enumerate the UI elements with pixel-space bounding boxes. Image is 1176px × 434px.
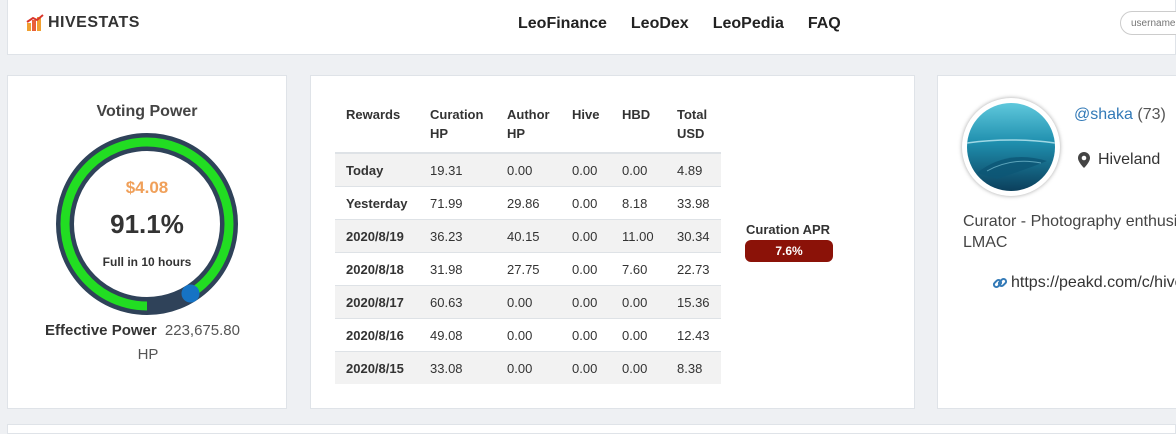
chart-logo-icon	[26, 14, 44, 31]
brand-name: HIVESTATS	[48, 14, 140, 31]
full-recharge-time: Full in 10 hours	[102, 255, 192, 269]
top-navbar: HIVESTATS LeoFinance LeoDex LeoPedia FAQ	[7, 0, 1176, 55]
effective-power-unit: HP	[137, 346, 159, 363]
cell-total-usd: 33.98	[666, 186, 721, 220]
cell-author-hp: 0.00	[496, 318, 561, 352]
col-rewards: Rewards	[335, 99, 419, 154]
profile-username-link[interactable]: @shaka	[1074, 106, 1133, 123]
rewards-row: 2020/8/18 31.98 27.75 0.00 7.60 22.73	[335, 252, 721, 286]
profile-bio-line2: LMAC	[963, 234, 1008, 251]
nav-link-leopedia[interactable]: LeoPedia	[713, 15, 784, 33]
col-curation-hp: Curation HP	[419, 99, 496, 154]
cell-author-hp: 0.00	[496, 285, 561, 319]
gauge-knob	[181, 284, 200, 303]
cell-total-usd: 22.73	[666, 252, 721, 286]
cell-total-usd: 8.38	[666, 351, 721, 384]
nav-link-leodex[interactable]: LeoDex	[631, 15, 689, 33]
cell-rowlabel: 2020/8/17	[335, 285, 419, 319]
profile-website-link[interactable]: https://peakd.com/c/hive	[992, 274, 1176, 292]
effective-power-row: Effective Power 223,675.80	[45, 321, 275, 341]
cell-curation-hp: 71.99	[419, 186, 496, 220]
rewards-row: 2020/8/17 60.63 0.00 0.00 0.00 15.36	[335, 285, 721, 319]
col-hive: Hive	[561, 99, 611, 154]
profile-location-text: Hiveland	[1098, 151, 1161, 168]
cell-hbd: 0.00	[611, 152, 666, 187]
cell-curation-hp: 36.23	[419, 219, 496, 253]
cell-total-usd: 30.34	[666, 219, 721, 253]
profile-website-text: https://peakd.com/c/hive	[1011, 274, 1176, 291]
cell-hive: 0.00	[561, 219, 611, 253]
cell-rowlabel: 2020/8/19	[335, 219, 419, 253]
nav-links: LeoFinance LeoDex LeoPedia FAQ	[518, 15, 865, 33]
rewards-card: Rewards Curation HP Author HP Hive HBD T…	[310, 75, 915, 409]
cell-author-hp: 27.75	[496, 252, 561, 286]
cell-total-usd: 15.36	[666, 285, 721, 319]
effective-power-value: 223,675.80	[164, 322, 240, 339]
voting-power-percent: 91.1%	[110, 209, 184, 239]
cell-hbd: 8.18	[611, 186, 666, 220]
cell-hive: 0.00	[561, 152, 611, 187]
cell-author-hp: 40.15	[496, 219, 561, 253]
cell-hbd: 0.00	[611, 351, 666, 384]
cell-hive: 0.00	[561, 285, 611, 319]
cell-rowlabel: 2020/8/15	[335, 351, 419, 384]
cell-curation-hp: 31.98	[419, 252, 496, 286]
avatar[interactable]	[962, 98, 1060, 196]
profile-card: @shaka (73) Hiveland Curator - Photograp…	[937, 75, 1176, 409]
cell-rowlabel: Today	[335, 152, 419, 187]
cell-total-usd: 4.89	[666, 152, 721, 187]
cell-author-hp: 29.86	[496, 186, 561, 220]
cell-hive: 0.00	[561, 186, 611, 220]
curation-apr-badge: 7.6%	[745, 240, 833, 262]
profile-bio-line1: Curator - Photography enthusi	[963, 213, 1176, 230]
cell-hive: 0.00	[561, 252, 611, 286]
rewards-row: Yesterday 71.99 29.86 0.00 8.18 33.98	[335, 186, 721, 220]
curation-apr-label: Curation APR	[746, 222, 831, 237]
cell-rowlabel: Yesterday	[335, 186, 419, 220]
cell-hbd: 7.60	[611, 252, 666, 286]
cell-hive: 0.00	[561, 318, 611, 352]
cell-hbd: 11.00	[611, 219, 666, 253]
cell-author-hp: 0.00	[496, 152, 561, 187]
vote-value-usd: $4.08	[125, 178, 169, 197]
rewards-row: 2020/8/16 49.08 0.00 0.00 0.00 12.43	[335, 318, 721, 352]
rewards-row: 2020/8/15 33.08 0.00 0.00 0.00 8.38	[335, 351, 721, 384]
col-total-usd: Total USD	[666, 99, 721, 154]
cell-hive: 0.00	[561, 351, 611, 384]
cell-rowlabel: 2020/8/18	[335, 252, 419, 286]
rewards-row: 2020/8/19 36.23 40.15 0.00 11.00 30.34	[335, 219, 721, 253]
cell-curation-hp: 19.31	[419, 152, 496, 187]
col-author-hp: Author HP	[496, 99, 561, 154]
cell-author-hp: 0.00	[496, 351, 561, 384]
cell-hbd: 0.00	[611, 318, 666, 352]
avatar-image	[967, 103, 1055, 191]
cell-curation-hp: 60.63	[419, 285, 496, 319]
lower-panel	[7, 424, 1176, 434]
rewards-table: Rewards Curation HP Author HP Hive HBD T…	[335, 99, 721, 384]
link-icon	[992, 277, 1008, 289]
rewards-header-row: Rewards Curation HP Author HP Hive HBD T…	[335, 99, 721, 154]
col-hbd: HBD	[611, 99, 666, 154]
nav-link-leofinance[interactable]: LeoFinance	[518, 15, 607, 33]
cell-curation-hp: 33.08	[419, 351, 496, 384]
username-search-input[interactable]	[1120, 11, 1176, 35]
voting-power-title: Voting Power	[96, 103, 198, 120]
brand-logo[interactable]: HIVESTATS	[26, 14, 140, 32]
rewards-row: Today 19.31 0.00 0.00 0.00 4.89	[335, 152, 721, 187]
nav-link-faq[interactable]: FAQ	[808, 15, 841, 33]
cell-total-usd: 12.43	[666, 318, 721, 352]
profile-reputation: (73)	[1137, 106, 1166, 123]
cell-hbd: 0.00	[611, 285, 666, 319]
effective-power-label: Effective Power	[45, 322, 157, 339]
cell-curation-hp: 49.08	[419, 318, 496, 352]
profile-location: Hiveland	[1078, 151, 1160, 169]
voting-power-card: Voting Power $4.08 91.1% Full in 10 hour…	[7, 75, 287, 409]
map-marker-icon	[1078, 152, 1090, 168]
profile-username-row: @shaka (73)	[1074, 106, 1166, 124]
cell-rowlabel: 2020/8/16	[335, 318, 419, 352]
